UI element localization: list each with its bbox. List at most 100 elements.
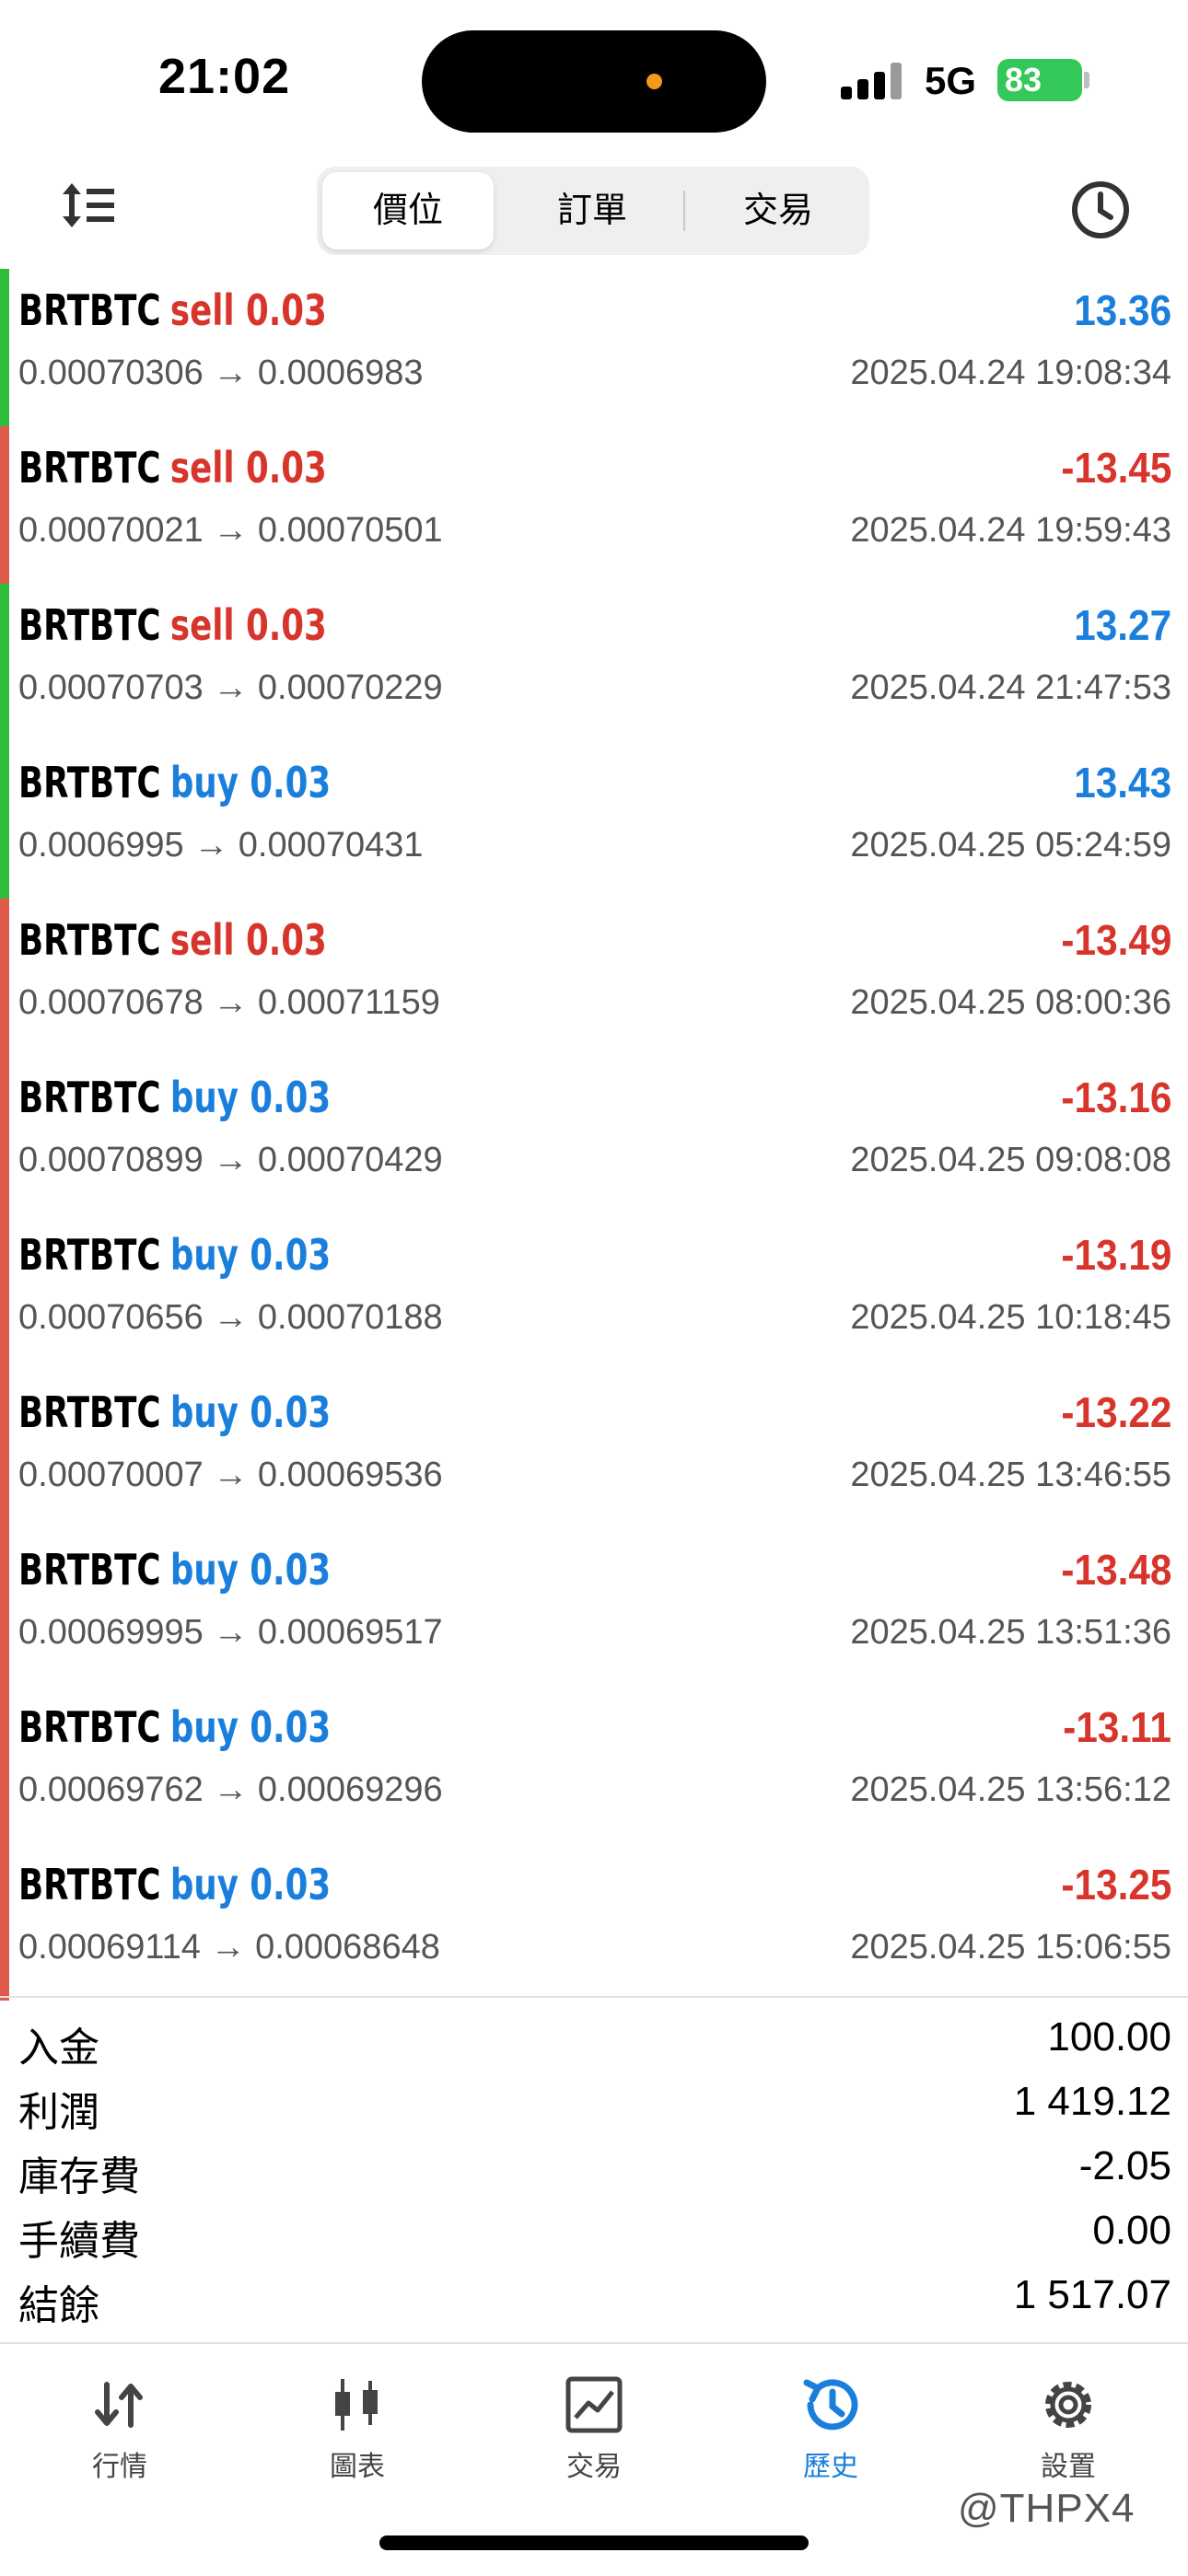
tab-settings[interactable]: 設置 bbox=[985, 2372, 1151, 2484]
segment-deals[interactable]: 交易 bbox=[693, 172, 864, 249]
close-price: 0.00070188 bbox=[257, 1298, 443, 1337]
trade-prices: 0.00070306 → 0.0006983 bbox=[18, 354, 424, 392]
summary-row: 手續費 0.00 bbox=[0, 2199, 1188, 2264]
tab-label: 圖表 bbox=[330, 2452, 385, 2482]
open-price: 0.00069114 bbox=[18, 1928, 201, 1967]
battery-icon: 83 bbox=[997, 59, 1082, 101]
network-type: 5G bbox=[925, 59, 977, 102]
tab-trade[interactable]: 交易 bbox=[511, 2372, 677, 2484]
trade-profit: -13.11 bbox=[1063, 1703, 1171, 1751]
trade-side: sell bbox=[169, 915, 235, 965]
trade-volume: 0.03 bbox=[250, 758, 332, 807]
trade-side: sell bbox=[169, 600, 235, 650]
trade-icon bbox=[565, 2376, 623, 2433]
trade-symbol: BRTBTC bbox=[18, 915, 161, 965]
summary-label: 手續費 bbox=[18, 2219, 140, 2264]
watermark: @THPX4 bbox=[958, 2486, 1136, 2531]
trade-symbol: BRTBTC bbox=[18, 1073, 161, 1122]
tab-quotes[interactable]: 行情 bbox=[37, 2372, 203, 2484]
summary-label: 結餘 bbox=[18, 2283, 99, 2328]
trade-row[interactable]: BRTBTC buy 0.03 0.00069995 → 0.00069517 -13… bbox=[0, 1528, 1188, 1686]
segment-orders[interactable]: 訂單 bbox=[507, 172, 678, 249]
segment-price[interactable]: 價位 bbox=[322, 172, 494, 249]
result-bar bbox=[0, 269, 9, 426]
trade-time: 2025.04.24 19:59:43 bbox=[850, 511, 1171, 550]
trade-prices: 0.0006995 → 0.00070431 bbox=[18, 826, 424, 864]
trade-history-list: BRTBTC sell 0.03 0.00070306 → 0.0006983 13.… bbox=[0, 269, 1188, 2001]
trade-volume: 0.03 bbox=[245, 600, 327, 650]
trade-prices: 0.00069762 → 0.00069296 bbox=[18, 1770, 443, 1809]
trade-side: sell bbox=[169, 285, 235, 335]
summary-label: 庫存費 bbox=[18, 2154, 140, 2199]
trade-row[interactable]: BRTBTC buy 0.03 0.00069114 → 0.00068648 -13… bbox=[0, 1843, 1188, 2001]
trade-title: BRTBTC buy 0.03 bbox=[18, 1073, 331, 1122]
result-bar bbox=[0, 1371, 9, 1528]
close-price: 0.00070429 bbox=[257, 1141, 443, 1179]
close-price: 0.00071159 bbox=[257, 983, 440, 1022]
open-price: 0.00070007 bbox=[18, 1456, 204, 1494]
trade-symbol: BRTBTC bbox=[18, 1702, 161, 1752]
tab-chart[interactable]: 圖表 bbox=[274, 2372, 440, 2484]
tab-history[interactable]: 歷史 bbox=[748, 2372, 914, 2484]
trade-time: 2025.04.25 09:08:08 bbox=[850, 1141, 1171, 1179]
trade-side: buy bbox=[169, 1545, 239, 1595]
trade-row[interactable]: BRTBTC sell 0.03 0.00070306 → 0.0006983 13.… bbox=[0, 269, 1188, 426]
trade-time: 2025.04.25 13:56:12 bbox=[850, 1770, 1171, 1809]
trade-profit: -13.49 bbox=[1060, 916, 1171, 964]
trade-row[interactable]: BRTBTC buy 0.03 0.00070656 → 0.00070188 -13… bbox=[0, 1213, 1188, 1371]
trade-side: buy bbox=[169, 1073, 239, 1122]
trade-volume: 0.03 bbox=[250, 1073, 332, 1122]
trade-symbol: BRTBTC bbox=[18, 1387, 161, 1437]
trade-row[interactable]: BRTBTC buy 0.03 0.0006995 → 0.00070431 13.4… bbox=[0, 741, 1188, 899]
sort-icon[interactable] bbox=[59, 180, 118, 231]
trade-side: buy bbox=[169, 1702, 239, 1752]
cellular-signal-icon bbox=[841, 63, 907, 99]
history-toolbar: 價位 訂單 交易 bbox=[0, 161, 1188, 262]
summary-value: -2.05 bbox=[1078, 2143, 1171, 2188]
close-price: 0.00069296 bbox=[257, 1770, 443, 1809]
trade-profit: -13.45 bbox=[1060, 444, 1171, 492]
trade-profit: -13.25 bbox=[1060, 1861, 1171, 1909]
trade-time: 2025.04.24 21:47:53 bbox=[850, 668, 1171, 707]
open-price: 0.0006995 bbox=[18, 826, 184, 864]
segmented-control: 價位 訂單 交易 bbox=[317, 167, 869, 255]
status-time: 21:02 bbox=[158, 49, 291, 104]
trade-symbol: BRTBTC bbox=[18, 1545, 161, 1595]
trade-row[interactable]: BRTBTC buy 0.03 0.00070899 → 0.00070429 -13… bbox=[0, 1056, 1188, 1213]
open-price: 0.00069762 bbox=[18, 1770, 204, 1809]
close-price: 0.00069517 bbox=[257, 1613, 443, 1652]
trade-time: 2025.04.24 19:08:34 bbox=[850, 354, 1171, 392]
trade-profit: 13.27 bbox=[1074, 601, 1171, 649]
trade-title: BRTBTC buy 0.03 bbox=[18, 1230, 331, 1280]
trade-volume: 0.03 bbox=[250, 1545, 332, 1595]
trade-title: BRTBTC buy 0.03 bbox=[18, 1387, 331, 1437]
open-price: 0.00070678 bbox=[18, 983, 204, 1022]
trade-title: BRTBTC buy 0.03 bbox=[18, 758, 331, 807]
trade-row[interactable]: BRTBTC sell 0.03 0.00070703 → 0.00070229 13… bbox=[0, 584, 1188, 741]
clock-icon[interactable] bbox=[1070, 180, 1131, 240]
trade-profit: -13.22 bbox=[1060, 1388, 1171, 1436]
trade-time: 2025.04.25 15:06:55 bbox=[850, 1928, 1171, 1967]
trade-symbol: BRTBTC bbox=[18, 1230, 161, 1280]
open-price: 0.00070306 bbox=[18, 354, 204, 392]
trade-volume: 0.03 bbox=[245, 443, 327, 493]
trade-row[interactable]: BRTBTC buy 0.03 0.00069762 → 0.00069296 -13… bbox=[0, 1686, 1188, 1843]
account-summary: 入金 100.00 利潤 1 419.12 庫存費 -2.05 手續費 0.00 結餘 1 517… bbox=[0, 1996, 1188, 2328]
chart-icon bbox=[335, 2379, 378, 2431]
trade-row[interactable]: BRTBTC sell 0.03 0.00070678 → 0.00071159 -1… bbox=[0, 899, 1188, 1056]
result-bar bbox=[0, 1528, 9, 1686]
summary-label: 利潤 bbox=[18, 2090, 99, 2135]
trade-profit: 13.36 bbox=[1074, 286, 1171, 334]
close-price: 0.00068648 bbox=[255, 1928, 440, 1967]
summary-row: 利潤 1 419.12 bbox=[0, 2070, 1188, 2135]
trade-row[interactable]: BRTBTC sell 0.03 0.00070021 → 0.00070501 -1… bbox=[0, 426, 1188, 584]
trade-volume: 0.03 bbox=[250, 1230, 332, 1280]
trade-prices: 0.00070021 → 0.00070501 bbox=[18, 511, 443, 550]
trade-row[interactable]: BRTBTC buy 0.03 0.00070007 → 0.00069536 -13… bbox=[0, 1371, 1188, 1528]
trade-side: sell bbox=[169, 443, 235, 493]
close-price: 0.0006983 bbox=[257, 354, 424, 392]
trade-time: 2025.04.25 08:00:36 bbox=[850, 983, 1171, 1022]
status-bar: 21:02 5G 83 bbox=[0, 0, 1188, 157]
trade-time: 2025.04.25 05:24:59 bbox=[850, 826, 1171, 864]
trade-prices: 0.00070678 → 0.00071159 bbox=[18, 983, 440, 1022]
